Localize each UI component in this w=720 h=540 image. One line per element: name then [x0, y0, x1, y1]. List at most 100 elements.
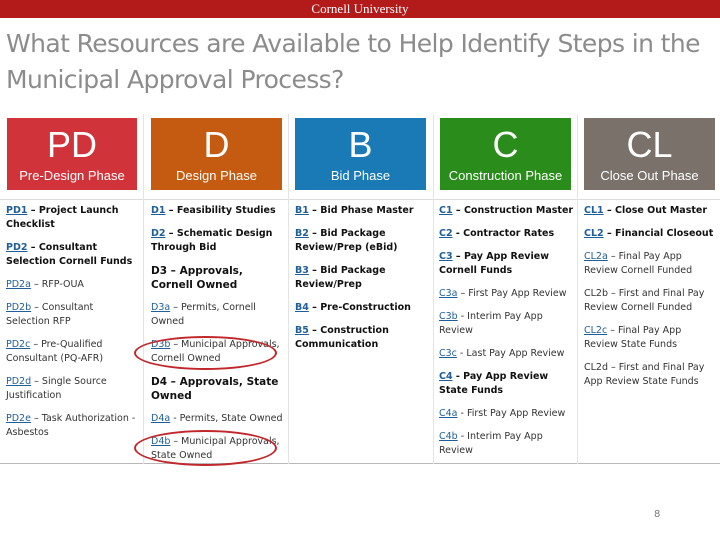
- resource-description: – RFP-OUA: [30, 279, 84, 290]
- resource-item-b4[interactable]: B4 – Pre-Construction: [295, 301, 431, 315]
- resource-link[interactable]: D3a: [151, 302, 170, 313]
- resource-link[interactable]: C4: [439, 371, 453, 382]
- resource-link[interactable]: CL2a: [584, 251, 608, 262]
- page-number: 8: [654, 509, 661, 520]
- resource-link[interactable]: CL1: [584, 205, 604, 216]
- resource-link[interactable]: D2: [151, 228, 166, 239]
- resource-link[interactable]: B3: [295, 265, 309, 276]
- resource-link[interactable]: PD2d: [6, 376, 31, 387]
- phase-abbr: C: [492, 124, 519, 165]
- resource-item-d4a[interactable]: D4a - Permits, State Owned: [151, 412, 285, 426]
- phase-header-c[interactable]: C Construction Phase: [440, 118, 571, 190]
- resource-link[interactable]: PD1: [6, 205, 27, 216]
- resource-item-pd2[interactable]: PD2 – Consultant Selection Cornell Funds: [6, 241, 140, 269]
- resource-link[interactable]: PD2: [6, 242, 27, 253]
- resource-description: – First Pay App Review: [457, 288, 567, 299]
- phase-name: Construction Phase: [448, 168, 563, 183]
- resource-item-d3b[interactable]: D3b – Municipal Approvals, Cornell Owned: [151, 338, 285, 366]
- phase-header-pd[interactable]: PD Pre-Design Phase: [7, 118, 137, 190]
- resource-item-pd2c[interactable]: PD2c – Pre-Qualified Consultant (PQ-AFR): [6, 338, 140, 366]
- resource-item-b3[interactable]: B3 – Bid Package Review/Prep: [295, 264, 431, 292]
- resource-item-pd1[interactable]: PD1 – Project Launch Checklist: [6, 204, 140, 232]
- resource-item-pd2d[interactable]: PD2d – Single Source Justification: [6, 375, 140, 403]
- resource-description: - Permits, State Owned: [170, 413, 283, 424]
- resource-description: – Schematic Design Through Bid: [151, 228, 273, 253]
- resource-item-c2[interactable]: C2 - Contractor Rates: [439, 227, 576, 241]
- resource-description: - Contractor Rates: [452, 228, 555, 239]
- resource-link[interactable]: C4b: [439, 431, 458, 442]
- resource-link[interactable]: CL2: [584, 228, 604, 239]
- resource-link[interactable]: C3c: [439, 348, 457, 359]
- resource-item-b2[interactable]: B2 – Bid Package Review/Prep (eBid): [295, 227, 431, 255]
- resource-item-cl2c[interactable]: CL2c – Final Pay App Review State Funds: [584, 324, 718, 352]
- phase-column-b: B Bid Phase B1 – Bid Phase Master B2 – Bi…: [289, 114, 433, 464]
- resource-link[interactable]: CL2c: [584, 325, 607, 336]
- resource-description: - Pay App Review State Funds: [439, 371, 549, 396]
- resource-link[interactable]: C3a: [439, 288, 458, 299]
- resource-link[interactable]: D1: [151, 205, 166, 216]
- phase-abbr: D: [203, 124, 230, 165]
- resource-link[interactable]: C2: [439, 228, 453, 239]
- resource-item-c1[interactable]: C1 – Construction Master: [439, 204, 576, 218]
- resource-item-cl2[interactable]: CL2 – Financial Closeout: [584, 227, 718, 241]
- resource-description: – Municipal Approvals, State Owned: [151, 436, 280, 461]
- resource-link[interactable]: C1: [439, 205, 453, 216]
- resource-item-pd2b[interactable]: PD2b – Consultant Selection RFP: [6, 301, 140, 329]
- resource-item-pd2a[interactable]: PD2a – RFP-OUA: [6, 278, 140, 292]
- resource-link[interactable]: D4a: [151, 413, 170, 424]
- resource-description: – Pre-Construction: [308, 302, 411, 313]
- resource-link[interactable]: PD2e: [6, 413, 31, 424]
- resource-description: – Bid Package Review/Prep (eBid): [295, 228, 398, 253]
- phase-items: PD1 – Project Launch Checklist PD2 – Cons…: [6, 204, 140, 449]
- resource-link[interactable]: B2: [295, 228, 309, 239]
- phase-column-c: C Construction Phase C1 – Construction M…: [434, 114, 577, 464]
- resource-link[interactable]: C4a: [439, 408, 458, 419]
- phase-header-b[interactable]: B Bid Phase: [295, 118, 426, 190]
- resource-link[interactable]: C3: [439, 251, 453, 262]
- resource-item-cl2d: CL2d – First and Final Pay App Review St…: [584, 361, 718, 389]
- resource-link[interactable]: PD2b: [6, 302, 31, 313]
- phase-column-cl: CL Close Out Phase CL1 – Close Out Maste…: [578, 114, 720, 464]
- resource-description: – Construction Master: [452, 205, 574, 216]
- resource-code: D4: [151, 376, 168, 388]
- phase-items: C1 – Construction Master C2 - Contractor …: [439, 204, 576, 467]
- resource-item-b5[interactable]: B5 – Construction Communication: [295, 324, 431, 352]
- resource-item-cl2a[interactable]: CL2a – Final Pay App Review Cornell Fund…: [584, 250, 718, 278]
- resource-item-cl1[interactable]: CL1 – Close Out Master: [584, 204, 718, 218]
- resource-item-c4a[interactable]: C4a - First Pay App Review: [439, 407, 576, 421]
- resource-description: – Close Out Master: [603, 205, 708, 216]
- resource-item-c3c[interactable]: C3c - Last Pay App Review: [439, 347, 576, 361]
- institution-header-bar: Cornell University: [0, 0, 720, 18]
- phase-abbr: PD: [46, 124, 97, 165]
- resource-item-c3b[interactable]: C3b - Interim Pay App Review: [439, 310, 576, 338]
- resource-item-c3a[interactable]: C3a – First Pay App Review: [439, 287, 576, 301]
- resource-item-b1[interactable]: B1 – Bid Phase Master: [295, 204, 431, 218]
- resource-item-d4: D4 – Approvals, State Owned: [151, 375, 285, 403]
- phase-header-d[interactable]: D Design Phase: [151, 118, 282, 190]
- resource-description: – Feasibility Studies: [165, 205, 276, 216]
- resource-item-d2[interactable]: D2 – Schematic Design Through Bid: [151, 227, 285, 255]
- resource-link[interactable]: PD2a: [6, 279, 31, 290]
- resource-description: – Bid Phase Master: [308, 205, 414, 216]
- resource-link[interactable]: PD2c: [6, 339, 30, 350]
- resource-item-d1[interactable]: D1 – Feasibility Studies: [151, 204, 285, 218]
- phase-header-cl[interactable]: CL Close Out Phase: [584, 118, 715, 190]
- resource-item-c4b[interactable]: C4b - Interim Pay App Review: [439, 430, 576, 458]
- resource-description: – Approvals, State Owned: [151, 376, 279, 402]
- resource-link[interactable]: B5: [295, 325, 309, 336]
- phase-name: Close Out Phase: [600, 168, 699, 183]
- phase-items: B1 – Bid Phase Master B2 – Bid Package Re…: [295, 204, 431, 361]
- resource-item-d3a[interactable]: D3a – Permits, Cornell Owned: [151, 301, 285, 329]
- resource-item-c4[interactable]: C4 - Pay App Review State Funds: [439, 370, 576, 398]
- resource-link[interactable]: D4b: [151, 436, 170, 447]
- resource-item-d4b[interactable]: D4b – Municipal Approvals, State Owned: [151, 435, 285, 463]
- resource-code: CL2d: [584, 362, 609, 373]
- resource-item-pd2e[interactable]: PD2e – Task Authorization - Asbestos: [6, 412, 140, 440]
- resource-link[interactable]: B4: [295, 302, 309, 313]
- resource-link[interactable]: B1: [295, 205, 309, 216]
- institution-name: Cornell University: [311, 1, 409, 16]
- resource-link[interactable]: D3b: [151, 339, 170, 350]
- resource-description: - Last Pay App Review: [456, 348, 565, 359]
- resource-link[interactable]: C3b: [439, 311, 458, 322]
- resource-item-c3[interactable]: C3 – Pay App Review Cornell Funds: [439, 250, 576, 278]
